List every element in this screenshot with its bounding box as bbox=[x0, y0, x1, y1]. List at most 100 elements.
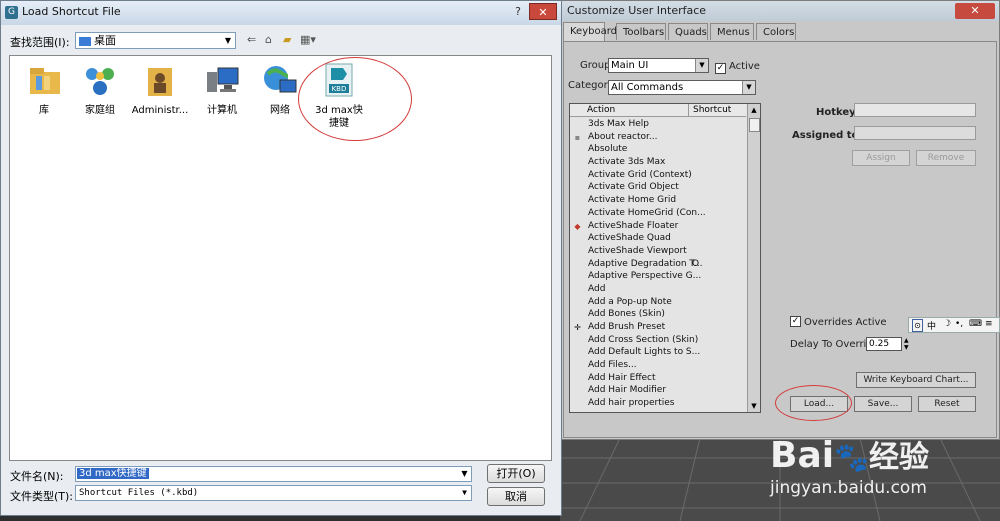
moon-icon[interactable]: ☽ bbox=[943, 319, 951, 329]
hotkey-input[interactable] bbox=[854, 103, 976, 117]
scroll-down-icon[interactable]: ▼ bbox=[748, 400, 760, 412]
action-name: ActiveShade Floater bbox=[588, 220, 679, 231]
settings-icon[interactable]: ≡ bbox=[985, 319, 993, 329]
back-icon[interactable]: ⇐ bbox=[247, 33, 256, 46]
group-select[interactable]: Main UI ▼ bbox=[608, 58, 709, 73]
homegroup-icon bbox=[82, 62, 118, 98]
column-shortcut[interactable]: Shortcut bbox=[688, 104, 731, 116]
action-row[interactable]: Add Hair Modifier bbox=[570, 384, 746, 397]
watermark-brand: Bai bbox=[770, 435, 835, 476]
network-icon bbox=[262, 62, 298, 98]
up-folder-icon[interactable]: ⌂ bbox=[265, 33, 272, 46]
action-row[interactable]: Add Hair Effect bbox=[570, 372, 746, 385]
file-item-homegroup[interactable]: 家庭组 bbox=[68, 62, 132, 117]
file-item-computer[interactable]: 计算机 bbox=[190, 62, 254, 117]
app-icon: G bbox=[5, 6, 18, 19]
reactor-icon: ▪ bbox=[574, 132, 581, 142]
tab-colors[interactable]: Colors bbox=[756, 23, 796, 40]
action-row[interactable]: Adaptive Degradation T... O bbox=[570, 258, 746, 271]
category-select[interactable]: All Commands ▼ bbox=[608, 80, 756, 95]
ime-logo-icon: ⊙ bbox=[912, 319, 923, 332]
filetype-value: Shortcut Files (*.kbd) bbox=[79, 488, 199, 498]
tab-toolbars[interactable]: Toolbars bbox=[616, 23, 666, 40]
punctuation-icon[interactable]: •, bbox=[955, 319, 963, 329]
spinner-arrows-icon[interactable]: ▲ ▼ bbox=[904, 337, 912, 351]
action-row[interactable]: Add Cross Section (Skin) bbox=[570, 334, 746, 347]
active-checkbox[interactable]: ✓ bbox=[715, 63, 726, 74]
column-action[interactable]: Action bbox=[587, 104, 615, 116]
action-row[interactable]: Activate Grid (Context) bbox=[570, 169, 746, 182]
help-button[interactable]: ? bbox=[509, 4, 527, 20]
category-label: Category bbox=[568, 80, 614, 91]
action-row[interactable]: Add Default Lights to S... bbox=[570, 346, 746, 359]
action-row[interactable]: Add bbox=[570, 283, 746, 296]
highlight-ring-load bbox=[775, 385, 852, 421]
cui-close-button[interactable]: ✕ bbox=[955, 3, 995, 19]
overrides-active-checkbox[interactable]: ✓ bbox=[790, 316, 801, 327]
cancel-button[interactable]: 取消 bbox=[487, 487, 545, 506]
tab-menus[interactable]: Menus bbox=[710, 23, 754, 40]
action-row[interactable]: Activate 3ds Max bbox=[570, 156, 746, 169]
action-shortcut: O bbox=[692, 258, 700, 269]
reset-button[interactable]: Reset bbox=[918, 396, 976, 412]
action-row[interactable]: ◆ ActiveShade Floater bbox=[570, 220, 746, 233]
action-row[interactable]: Add a Pop-up Note bbox=[570, 296, 746, 309]
filetype-select[interactable]: Shortcut Files (*.kbd) ▼ bbox=[75, 485, 472, 501]
delay-spinner[interactable]: 0.25 bbox=[866, 337, 902, 351]
new-folder-icon[interactable]: ▰ bbox=[283, 33, 291, 46]
write-keyboard-chart-button[interactable]: Write Keyboard Chart... bbox=[856, 372, 976, 388]
action-row[interactable]: Absolute bbox=[570, 143, 746, 156]
file-list[interactable]: 库 家庭组 Administr... 计算机 网络 KBD 3d max快捷键 bbox=[9, 55, 552, 461]
action-row[interactable]: ▪ About reactor... bbox=[570, 131, 746, 144]
action-row[interactable]: Add hair properties bbox=[570, 397, 746, 410]
chevron-down-icon: ▼ bbox=[742, 81, 755, 94]
action-row[interactable]: Adaptive Perspective G... bbox=[570, 270, 746, 283]
file-item-administrator[interactable]: Administr... bbox=[128, 62, 192, 117]
user-folder-icon bbox=[142, 62, 178, 98]
keyboard-icon[interactable]: ⌨ bbox=[969, 319, 982, 329]
assigned-to-label: Assigned to: bbox=[792, 130, 863, 141]
assign-button[interactable]: Assign bbox=[852, 150, 910, 166]
ime-toolbar[interactable]: ⊙ 中 ☽ •, ⌨ ≡ bbox=[908, 317, 1000, 333]
action-row[interactable]: Add Bones (Skin) bbox=[570, 308, 746, 321]
view-menu-icon[interactable]: ▦▾ bbox=[300, 33, 316, 46]
file-item-library[interactable]: 库 bbox=[12, 62, 76, 117]
tab-keyboard[interactable]: Keyboard bbox=[563, 22, 617, 41]
open-button[interactable]: 打开(O) bbox=[487, 464, 545, 483]
group-label: Group bbox=[580, 60, 611, 71]
file-name: Administr... bbox=[131, 105, 189, 116]
ime-mode[interactable]: 中 bbox=[927, 319, 936, 332]
action-name: Adaptive Perspective G... bbox=[588, 271, 702, 282]
action-list-scrollbar[interactable]: ▲ ▼ bbox=[747, 104, 760, 412]
active-label: Active bbox=[729, 61, 760, 72]
action-name: Add hair properties bbox=[588, 398, 675, 409]
action-row[interactable]: Activate Grid Object bbox=[570, 181, 746, 194]
save-button[interactable]: Save... bbox=[854, 396, 912, 412]
scroll-up-icon[interactable]: ▲ bbox=[748, 104, 760, 116]
action-list[interactable]: Action Shortcut 3ds Max Help ▪ About react… bbox=[569, 103, 761, 413]
action-row[interactable]: Add Files... bbox=[570, 359, 746, 372]
action-row[interactable]: ActiveShade Quad bbox=[570, 232, 746, 245]
filename-input[interactable]: 3d max快捷键 ▼ bbox=[75, 466, 472, 482]
load-shortcut-dialog: G Load Shortcut File ? ✕ 查找范围(I): 桌面 ▼ ⇐… bbox=[0, 0, 562, 516]
chevron-down-icon: ▼ bbox=[461, 469, 468, 478]
remove-button[interactable]: Remove bbox=[916, 150, 976, 166]
tab-quads[interactable]: Quads bbox=[668, 23, 708, 40]
action-rows: 3ds Max Help ▪ About reactor... Absolute Act… bbox=[570, 118, 746, 410]
look-in-select[interactable]: 桌面 ▼ bbox=[75, 32, 236, 49]
action-row[interactable]: ActiveShade Viewport bbox=[570, 245, 746, 258]
customize-ui-dialog: Customize User Interface ✕ Keyboard Tool… bbox=[560, 0, 1000, 440]
scroll-thumb[interactable] bbox=[749, 118, 760, 132]
action-name: About reactor... bbox=[588, 131, 658, 142]
action-row[interactable]: Activate Home Grid bbox=[570, 194, 746, 207]
overrides-active-label: Overrides Active bbox=[804, 317, 887, 328]
watermark-brand-cn: 经验 bbox=[868, 440, 929, 475]
action-row[interactable]: Activate HomeGrid (Con... bbox=[570, 207, 746, 220]
action-name: Add Bones (Skin) bbox=[588, 309, 665, 320]
file-name: 库 bbox=[39, 105, 49, 116]
chevron-down-icon: ▼ bbox=[695, 59, 708, 72]
close-button[interactable]: ✕ bbox=[529, 3, 557, 20]
action-name: Activate Grid (Context) bbox=[588, 169, 692, 180]
action-row[interactable]: ✛ Add Brush Preset bbox=[570, 321, 746, 334]
action-row[interactable]: 3ds Max Help bbox=[570, 118, 746, 131]
